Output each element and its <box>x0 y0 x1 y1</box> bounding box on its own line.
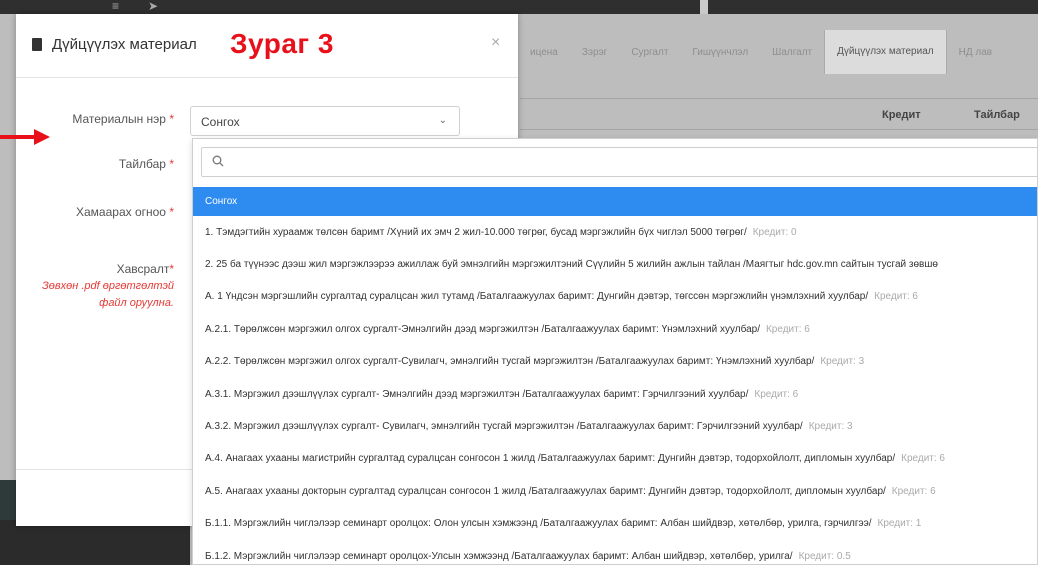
list-item[interactable]: А.3.2. Мэргэжил дээшлүүлэх сургалт- Суви… <box>193 410 1037 442</box>
modal-header: Дүйцүүлэх материал Зураг 3 × <box>16 14 518 78</box>
tab-exam[interactable]: Шалгалт <box>760 47 824 58</box>
list-item[interactable]: Б.1.1. Мэргэжлийн чиглэлээр семинарт оро… <box>193 508 1037 540</box>
annotation-arrow-head <box>34 129 50 145</box>
chevron-down-icon: ⌄ <box>438 115 447 126</box>
menu-icon[interactable]: ≡ <box>112 0 119 12</box>
annotation-arrow <box>0 135 36 139</box>
list-item[interactable]: А.5. Анагаах ухааны докторын сургалтад с… <box>193 475 1037 507</box>
list-item[interactable]: 2. 25 ба түүнээс дээш жил мэргэжлээрээ а… <box>193 248 1037 280</box>
option-none[interactable]: Сонгох <box>193 187 1037 216</box>
list-item[interactable]: А. 1 Үндсэн мэргэшлийн сургалтад суралцс… <box>193 281 1037 313</box>
background-footer-dark <box>0 520 190 565</box>
tab-equivalent-material[interactable]: Дүйцүүлэх материал <box>824 30 947 74</box>
dropdown-search-input[interactable] <box>232 152 1032 172</box>
background-tabs: ицена Зэрэг Сургалт Гишүүнчлэл Шалгалт Д… <box>518 30 1038 74</box>
send-icon[interactable]: ➤ <box>148 0 158 12</box>
list-item[interactable]: А.2.1. Төрөлжсөн мэргэжил олгох сургалт-… <box>193 313 1037 345</box>
column-description: Тайлбар <box>974 109 1020 121</box>
attachment-label: Хавсралт* <box>116 262 174 276</box>
list-item[interactable]: А.4. Анагаах ухааны магистрийн сургалтад… <box>193 443 1037 475</box>
attachment-note: Зөвхөн .pdf өргөтгөлтэй файл оруулна. <box>42 280 174 309</box>
column-credit: Кредит <box>882 109 921 121</box>
material-name-label: Материалын нэр * <box>72 112 174 126</box>
tab-nd[interactable]: НД лав <box>947 47 1004 58</box>
dropdown-options: Сонгох 1. Тэмдэгтийн хураамж төлсөн бари… <box>193 187 1037 564</box>
modal-title: Дүйцүүлэх материал <box>52 36 197 53</box>
figure-label: Зураг 3 <box>230 28 334 59</box>
list-item[interactable]: А.2.2. Төрөлжсөн мэргэжил олгох сургалт-… <box>193 346 1037 378</box>
tab-degree[interactable]: Зэрэг <box>570 47 619 58</box>
search-icon <box>212 155 224 167</box>
tab-partial[interactable]: ицена <box>518 47 570 58</box>
date-label: Хамаарах огноо * <box>76 205 174 219</box>
description-label: Тайлбар * <box>118 157 174 171</box>
list-item[interactable]: Б.1.2. Мэргэжлийн чиглэлээр семинарт оро… <box>193 540 1037 564</box>
background-table-header: Кредит Тайлбар <box>520 98 1038 130</box>
tab-membership[interactable]: Гишүүнчлэл <box>680 47 760 58</box>
close-button[interactable]: × <box>491 34 500 52</box>
book-icon <box>32 38 42 51</box>
app-topbar: ≡ ➤ <box>0 0 1038 14</box>
dropdown-search <box>201 147 1037 177</box>
list-item[interactable]: А.3.1. Мэргэжил дээшлүүлэх сургалт- Эмнэ… <box>193 378 1037 410</box>
list-item[interactable]: 1. Тэмдэгтийн хураамж төлсөн баримт /Хүн… <box>193 216 1037 248</box>
tab-training[interactable]: Сургалт <box>619 47 680 58</box>
material-dropdown: Сонгох 1. Тэмдэгтийн хураамж төлсөн бари… <box>192 138 1038 565</box>
select-value: Сонгох <box>201 115 240 129</box>
material-name-select[interactable]: Сонгох ⌄ <box>190 106 460 136</box>
